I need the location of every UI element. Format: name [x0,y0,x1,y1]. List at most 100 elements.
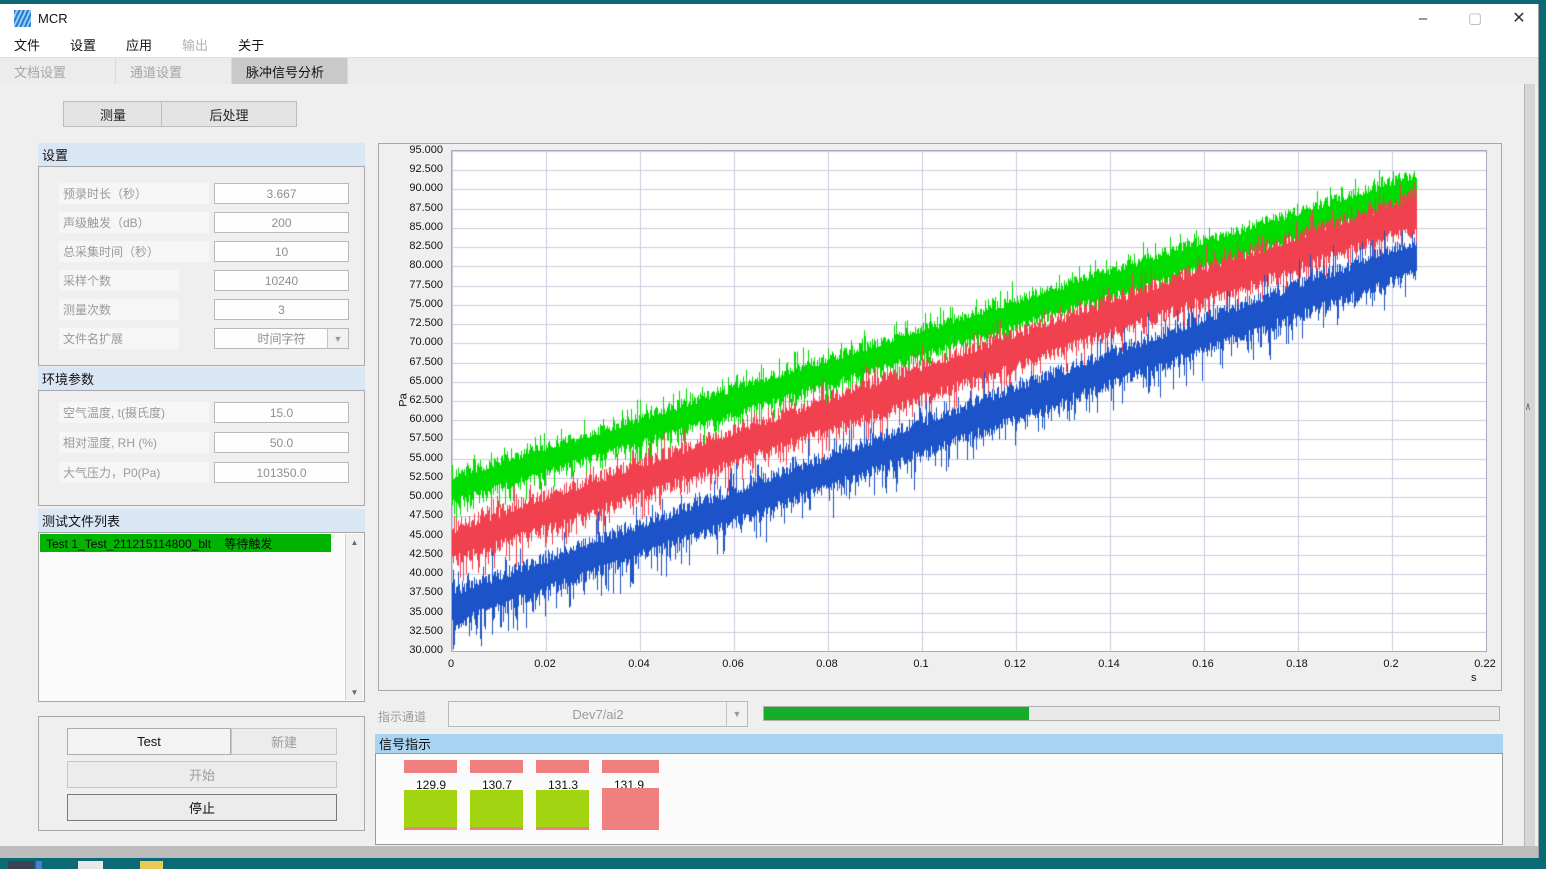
title-bar: MCR – ▢ ✕ [0,4,1538,32]
desktop-icon [140,861,163,869]
peak-bar [404,760,457,773]
y-tick-label: 75.000 [383,298,443,310]
menu-bar: 文件 设置 应用 输出 关于 [0,32,1538,57]
y-tick-label: 47.500 [383,509,443,521]
app-logo-icon [14,10,31,27]
sample-count-label: 采样个数 [59,270,179,291]
y-tick-label: 60.000 [383,413,443,425]
list-scrollbar[interactable]: ▲ ▼ [345,534,363,700]
collapse-arrow-icon[interactable]: ∧ [1525,400,1534,413]
air-temp-label: 空气温度, t(摄氏度) [59,402,209,423]
environment-section: 空气温度, t(摄氏度) 15.0 相对湿度, RH (%) 50.0 大气压力… [38,390,365,506]
acquisition-progressbar [763,706,1500,721]
y-tick-label: 30.000 [383,644,443,656]
desktop-icon [36,861,42,869]
filename-ext-label: 文件名扩展 [59,328,179,349]
x-tick-label: 0.18 [1286,658,1307,670]
level-block [470,790,523,830]
total-time-field[interactable]: 10 [214,241,349,262]
chevron-down-icon: ▼ [726,702,747,726]
x-tick-label: 0.22 [1474,658,1495,670]
signal-indicator: 131.9 [602,754,659,846]
prerecord-field[interactable]: 3.667 [214,183,349,204]
x-axis-label: s [1471,672,1477,684]
progress-fill [764,707,1029,720]
new-button[interactable]: 新建 [231,728,337,755]
y-tick-label: 62.500 [383,394,443,406]
y-tick-label: 55.000 [383,452,443,464]
minimize-button[interactable]: – [1400,4,1446,32]
humidity-label: 相对湿度, RH (%) [59,432,209,453]
test-name-field[interactable]: Test [67,728,231,755]
peak-bar [602,760,659,773]
y-tick-label: 45.000 [383,529,443,541]
y-tick-label: 50.000 [383,490,443,502]
test-file-list: Test 1_Test_211215114800_blt 等待触发 ▲ ▼ [38,532,365,702]
trigger-level-label: 声级触发（dB） [59,212,209,233]
channel-dropdown[interactable]: Dev7/ai2 ▼ [448,701,748,727]
measure-button[interactable]: 测量 [63,101,163,127]
x-tick-label: 0.02 [534,658,555,670]
file-list-section-header: 测试文件列表 [38,509,365,532]
tab-channel-settings[interactable]: 通道设置 [116,58,232,85]
y-tick-label: 57.500 [383,432,443,444]
measure-times-field[interactable]: 3 [214,299,349,320]
signal-indicator: 131.3 [536,754,589,846]
environment-section-header: 环境参数 [38,367,365,390]
x-tick-label: 0.14 [1098,658,1119,670]
menu-apply[interactable]: 应用 [126,35,152,54]
level-block [404,790,457,830]
start-button[interactable]: 开始 [67,761,337,788]
y-tick-label: 67.500 [383,356,443,368]
desktop-icon [78,861,103,869]
humidity-field[interactable]: 50.0 [214,432,349,453]
close-button[interactable]: ✕ [1496,4,1542,32]
air-temp-field[interactable]: 15.0 [214,402,349,423]
tab-pulse-analysis[interactable]: 脉冲信号分析 [232,58,348,85]
tab-document-settings[interactable]: 文档设置 [0,58,116,85]
side-collapse-strip[interactable] [1524,84,1535,846]
settings-section: 预录时长（秒） 3.667 声级触发（dB） 200 总采集时间（秒） 10 采… [38,166,365,366]
pressure-label: 大气压力，P0(Pa) [59,462,209,483]
sample-count-field[interactable]: 10240 [214,270,349,291]
x-tick-label: 0.1 [913,658,928,670]
list-item[interactable]: Test 1_Test_211215114800_blt 等待触发 [40,534,331,552]
prerecord-label: 预录时长（秒） [59,183,209,204]
x-tick-label: 0.04 [628,658,649,670]
y-tick-label: 80.000 [383,259,443,271]
level-block [602,788,659,830]
signal-chart-canvas [451,150,1487,652]
x-tick-label: 0.16 [1192,658,1213,670]
peak-bar [536,760,589,773]
y-tick-label: 95.000 [383,144,443,156]
post-process-button[interactable]: 后处理 [161,101,297,127]
window-title: MCR [38,11,68,26]
y-tick-label: 77.500 [383,279,443,291]
x-tick-label: 0 [448,658,454,670]
peak-bar [470,760,523,773]
y-tick-label: 85.000 [383,221,443,233]
scroll-up-icon[interactable]: ▲ [346,534,363,550]
filename-ext-dropdown[interactable]: 时间字符 ▼ [214,328,349,349]
menu-about[interactable]: 关于 [238,35,264,54]
y-tick-label: 90.000 [383,182,443,194]
main-content: 测量 后处理 设置 预录时长（秒） 3.667 声级触发（dB） 200 总采集… [0,84,1538,846]
scroll-down-icon[interactable]: ▼ [346,684,363,700]
run-controls-section: Test 新建 开始 停止 [38,716,365,831]
x-tick-label: 0.08 [816,658,837,670]
level-block [536,790,589,830]
stop-button[interactable]: 停止 [67,794,337,821]
menu-output: 输出 [182,35,208,54]
maximize-button[interactable]: ▢ [1452,4,1498,32]
y-tick-label: 37.500 [383,586,443,598]
window-bottom-edge [0,846,1538,858]
pressure-field[interactable]: 101350.0 [214,462,349,483]
y-tick-label: 32.500 [383,625,443,637]
trigger-level-field[interactable]: 200 [214,212,349,233]
menu-settings[interactable]: 设置 [70,35,96,54]
menu-file[interactable]: 文件 [14,35,40,54]
y-tick-label: 35.000 [383,606,443,618]
x-tick-label: 0.06 [722,658,743,670]
filename-ext-value: 时间字符 [257,330,305,347]
signal-indicator-panel: 129.9 130.7 131.3 131.9 [375,753,1503,845]
